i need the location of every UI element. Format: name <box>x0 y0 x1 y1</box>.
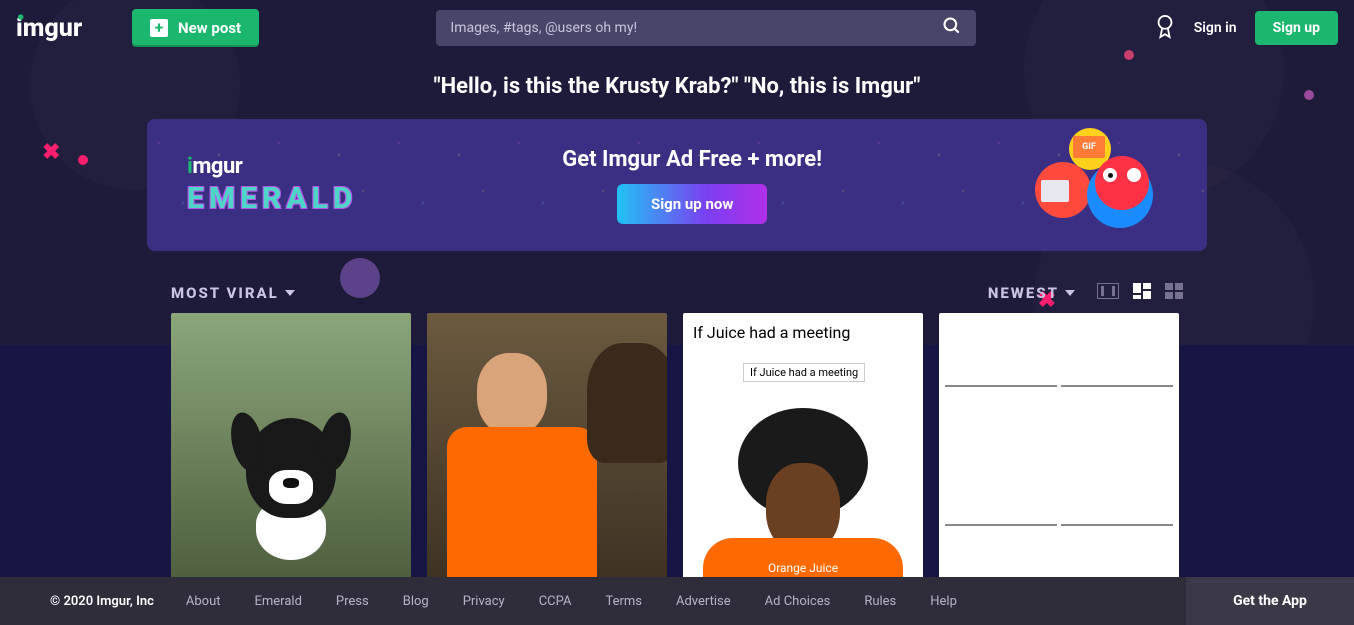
footer-link-adchoices[interactable]: Ad Choices <box>765 594 831 609</box>
search-icon[interactable] <box>942 16 962 41</box>
sign-up-button[interactable]: Sign up <box>1255 11 1338 45</box>
sign-in-link[interactable]: Sign in <box>1194 20 1237 36</box>
view-waterfall-icon[interactable] <box>1133 283 1151 303</box>
sort-bar: MOST VIRAL NEWEST <box>171 283 1183 303</box>
get-app-panel[interactable]: Get the App <box>1186 577 1354 625</box>
footer-link-about[interactable]: About <box>186 594 221 609</box>
footer-link-rules[interactable]: Rules <box>864 594 896 609</box>
gallery-card[interactable] <box>171 313 411 598</box>
footer-link-ccpa[interactable]: CCPA <box>539 594 572 609</box>
imgur-logo[interactable]: imgur <box>16 11 110 45</box>
gallery-card[interactable]: If Juice had a meeting If Juice had a me… <box>683 313 923 598</box>
footer-link-advertise[interactable]: Advertise <box>676 594 731 609</box>
meme-subtitle: If Juice had a meeting <box>743 363 865 382</box>
view-autoplay-icon[interactable] <box>1097 283 1119 303</box>
banner-illustration: GIF <box>1027 130 1167 240</box>
gallery-card[interactable]: ENTRANCE TO WARD 1 ENTRANCE TO WARD 1 <box>939 313 1179 598</box>
search-input[interactable] <box>450 20 942 36</box>
emerald-banner[interactable]: iimgurmgur EMERALD Get Imgur Ad Free + m… <box>147 119 1207 251</box>
banner-headline: Get Imgur Ad Free + more! <box>357 147 1027 172</box>
thumbnail-image: If Juice had a meeting If Juice had a me… <box>683 313 923 598</box>
footer-link-press[interactable]: Press <box>336 594 369 609</box>
plus-icon: + <box>150 19 168 37</box>
header-bar: imgur + New post Sign in Sign up <box>0 0 1354 56</box>
chevron-down-icon <box>285 290 295 296</box>
footer-links: About Emerald Press Blog Privacy CCPA Te… <box>186 594 957 609</box>
thumbnail-image <box>427 313 667 598</box>
new-post-label: New post <box>178 19 241 37</box>
meme-title: If Juice had a meeting <box>693 323 850 342</box>
new-post-button[interactable]: + New post <box>132 9 259 47</box>
gallery-grid: If Juice had a meeting If Juice had a me… <box>171 313 1183 598</box>
thumbnail-image: ENTRANCE TO WARD 1 ENTRANCE TO WARD 1 <box>939 313 1179 598</box>
emerald-wordmark: EMERALD <box>187 181 357 216</box>
sort-most-viral[interactable]: MOST VIRAL <box>171 284 295 302</box>
footer-link-help[interactable]: Help <box>930 594 957 609</box>
gallery-card[interactable] <box>427 313 667 598</box>
sort-newest[interactable]: NEWEST <box>988 284 1075 302</box>
footer-link-blog[interactable]: Blog <box>403 594 429 609</box>
banner-logo: iimgurmgur <box>187 154 357 179</box>
view-uniform-icon[interactable] <box>1165 283 1183 303</box>
copyright-text: © 2020 Imgur, Inc <box>50 594 154 609</box>
footer-link-terms[interactable]: Terms <box>605 594 642 609</box>
svg-text:imgur: imgur <box>16 14 83 43</box>
leaderboard-icon[interactable] <box>1154 13 1176 43</box>
get-app-label: Get the App <box>1233 593 1307 609</box>
gif-badge: GIF <box>1073 136 1105 158</box>
footer-bar: © 2020 Imgur, Inc About Emerald Press Bl… <box>0 577 1354 625</box>
banner-cta-button[interactable]: Sign up now <box>617 184 767 224</box>
footer-link-emerald[interactable]: Emerald <box>255 594 302 609</box>
tagline-text: "Hello, is this the Krusty Krab?" "No, t… <box>0 74 1354 99</box>
search-box[interactable] <box>436 10 976 46</box>
thumbnail-image <box>171 313 411 598</box>
footer-link-privacy[interactable]: Privacy <box>463 594 505 609</box>
chevron-down-icon <box>1065 290 1075 296</box>
